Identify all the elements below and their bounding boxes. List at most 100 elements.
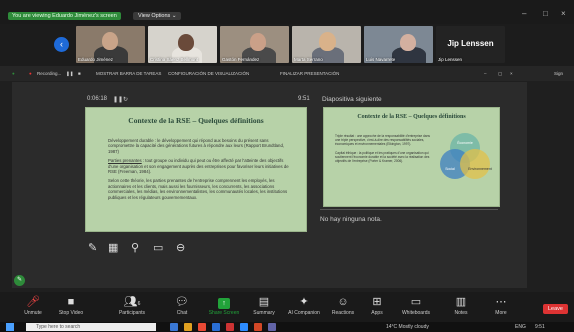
participant-tile[interactable]: Jip Lenssen Jip Lenssen [436,26,505,63]
display-settings-button[interactable]: CONFIGURACIÓN DE VISUALIZACIÓN [168,71,249,76]
more-icon: ⋯ [495,296,507,308]
participant-tile[interactable]: Marta Serrano [292,26,361,63]
venn-circle [460,149,490,179]
next-slide-paragraph: Triple résultat : une approche de la res… [335,134,430,147]
next-slide-preview[interactable]: Contexte de la RSE – Quelques définition… [323,107,500,207]
slide-body: Développement durable : le développement… [108,138,290,204]
participant-tile[interactable]: Eduardo Jiménez [76,26,145,63]
participants-icon: 👥︎6 [123,296,141,308]
participant-name: Luis Navarrete [366,57,396,62]
video-camera-icon: ■ [67,296,75,308]
stop-video-button[interactable]: ■ Stop Video [46,294,96,316]
minimize-share-icon[interactable]: – [484,71,487,76]
slide-title: Contexte de la RSE – Quelques définition… [128,116,264,125]
slide-term: Parties prenantes [108,158,142,164]
venn-label: Économie [457,140,473,145]
pause-recording-button[interactable]: ❚❚ [66,71,74,77]
taskbar-app-icon[interactable] [170,323,178,331]
slide-paragraph: Parties prenantes : tout groupe ou indiv… [108,158,290,174]
annotate-pencil-button[interactable]: ✎ [14,275,25,286]
teams-icon[interactable] [268,323,276,331]
participant-face [319,32,336,51]
share-control-bar: ● ● Recording... ❚❚ ■ MOSTRAR BARRA DE T… [0,66,574,81]
more-label: More [495,310,507,316]
whiteboard-icon: ▭ [410,296,422,308]
viewing-banner: You are viewing Eduardo Jiménez's screen [8,12,121,20]
restore-share-icon[interactable]: ▢ [498,71,502,77]
participant-display-name: Jip Lenssen [447,39,494,48]
language-indicator[interactable]: ENG [515,324,526,330]
next-slide-paragraph: Capital éthique : la politique et les pr… [335,150,430,164]
speaker-notes: No hay ninguna nota. [320,216,382,223]
whiteboards-button[interactable]: ▭ Whiteboards [391,294,441,316]
more-button[interactable]: ⋯ More [476,294,526,316]
stop-recording-button[interactable]: ■ [78,71,81,76]
shield-icon: ● [12,71,15,76]
reset-timer-button[interactable]: ↻ [123,96,128,103]
window-top-bar: You are viewing Eduardo Jiménez's screen… [0,0,574,24]
taskbar-search-input[interactable]: Type here to search [26,323,156,331]
powerpoint-icon[interactable] [254,323,262,331]
meeting-toolbar: 🎤︎ Unmute ■ Stop Video 👥︎6 Participants … [0,292,574,322]
pause-timer-button[interactable]: ❚❚ [113,96,123,103]
slide-paragraph: Développement durable : le développement… [108,138,285,154]
subtitles-icon[interactable]: ▭ [153,241,163,254]
taskbar-app-icon[interactable] [212,323,220,331]
participant-face [250,33,266,51]
pencil-icon: ✎ [16,277,23,283]
current-slide[interactable]: Contexte de la RSE – Quelques définition… [85,107,307,232]
leave-button[interactable]: Leave [543,304,568,314]
next-slide-title: Contexte de la RSE – Quelques définition… [357,114,466,120]
participant-face [102,32,118,50]
taskbar-app-icon[interactable] [226,323,234,331]
chrome-icon[interactable] [198,323,206,331]
view-options-button[interactable]: View Options ⌄ [133,12,182,20]
close-share-icon[interactable]: × [510,71,513,76]
weather-widget[interactable]: 14°C Mostly cloudy [386,324,429,330]
chevron-down-icon: ⌄ [171,13,177,19]
view-options-label: View Options [138,13,171,19]
participant-count: 6 [137,301,141,307]
all-slides-icon[interactable]: ▦ [108,241,118,254]
close-button[interactable]: × [561,9,566,18]
next-slide-body: Triple résultat : une approche de la res… [335,134,430,167]
participant-name: Marta Serrano [294,57,323,62]
participant-face [400,34,416,51]
previous-page-button[interactable]: ‹ [54,37,69,52]
record-icon: ● [29,71,32,76]
participant-tile[interactable]: Cristina Sáenz Bellmunt [148,26,217,63]
participants-label: Participants [118,310,146,316]
venn-label: Social [445,167,455,171]
slide-paragraph: Selon cette théorie, les parties prenant… [108,178,288,200]
presentation-clock: 9:51 [298,96,310,102]
participant-face [178,34,194,51]
windows-start-icon[interactable] [6,323,14,331]
pen-tool-icon[interactable]: ✎ [88,241,97,254]
participant-tile[interactable]: Gastón Fernández [220,26,289,63]
next-slide-label: Diapositiva siguiente [322,96,382,103]
participants-button[interactable]: 👥︎6 Participants [107,294,157,316]
participant-name: Jip Lenssen [438,57,463,62]
show-task-bar-button[interactable]: MOSTRAR BARRA DE TAREAS [96,71,161,76]
stop-video-label: Stop Video [58,310,84,316]
participant-name: Eduardo Jiménez [78,57,114,62]
more-options-icon[interactable]: ⊖ [176,241,185,254]
chevron-left-icon: ‹ [60,39,63,49]
notes-divider [320,209,498,210]
zoom-icon[interactable]: ⚲ [131,241,139,254]
venn-diagram: Économie Social Environnement [440,133,492,179]
whiteboards-label: Whiteboards [401,310,431,316]
recording-status: Recording... [37,71,62,76]
zoom-app-icon[interactable] [240,323,248,331]
venn-label: Environnement [468,167,492,171]
maximize-button[interactable]: □ [543,9,548,18]
participant-name: Cristina Sáenz Bellmunt [150,57,199,62]
sign-in-link[interactable]: Sign [554,71,563,76]
presentation-timer: 0:06:18 [87,96,108,102]
minimize-button[interactable]: – [522,9,526,18]
end-presentation-button[interactable]: FINALIZAR PRESENTACIÓN [280,71,339,76]
file-explorer-icon[interactable] [184,323,192,331]
participant-name: Gastón Fernández [222,57,260,62]
participant-tile[interactable]: Luis Navarrete [364,26,433,63]
taskbar-clock[interactable]: 9:51 [535,324,545,330]
